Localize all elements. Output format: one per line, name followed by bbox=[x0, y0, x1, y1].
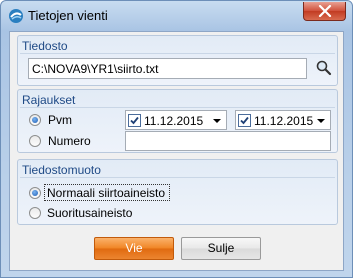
checkmark-icon bbox=[240, 116, 249, 125]
limits-group-divider bbox=[20, 107, 335, 108]
radio-numero-label: Numero bbox=[48, 134, 91, 148]
radio-payment-export[interactable] bbox=[29, 207, 41, 219]
title-bar[interactable]: Tietojen vienti bbox=[1, 1, 352, 29]
close-window-button[interactable] bbox=[303, 2, 346, 21]
date-from-value: 11.12.2015 bbox=[144, 114, 204, 128]
date-from-chevron-down-icon[interactable] bbox=[213, 119, 221, 123]
date-to-checkbox[interactable] bbox=[238, 114, 251, 127]
radio-normal-export-label: Normaali siirtoaineisto bbox=[47, 186, 166, 200]
format-group: Tiedostomuoto Normaali siirtoaineisto Su… bbox=[17, 159, 338, 225]
file-group: Tiedosto C:\NOVA9\YR1\siirto.txt bbox=[17, 35, 338, 86]
format-group-divider bbox=[20, 177, 335, 178]
close-icon bbox=[318, 5, 332, 17]
limits-group: Rajaukset Pvm 11.12.2015 11.12.2015 Nume… bbox=[17, 89, 338, 153]
window-title: Tietojen vienti bbox=[28, 8, 108, 23]
export-dialog: Tietojen vienti Tiedosto C:\NOVA9\YR1\si… bbox=[0, 0, 353, 278]
export-button[interactable]: Vie bbox=[94, 237, 174, 260]
radio-pvm-label: Pvm bbox=[48, 113, 72, 127]
radio-normal-export[interactable] bbox=[29, 187, 41, 199]
radio-pvm[interactable] bbox=[29, 114, 41, 126]
browse-file-button[interactable] bbox=[314, 58, 334, 78]
date-to-value: 11.12.2015 bbox=[254, 114, 314, 128]
date-from-checkbox[interactable] bbox=[128, 114, 141, 127]
file-group-title: Tiedosto bbox=[22, 39, 68, 53]
format-group-title: Tiedostomuoto bbox=[22, 163, 101, 177]
app-logo-icon bbox=[9, 9, 23, 23]
file-path-input[interactable]: C:\NOVA9\YR1\siirto.txt bbox=[28, 58, 307, 79]
search-icon bbox=[316, 60, 332, 76]
dialog-body: Tiedosto C:\NOVA9\YR1\siirto.txt Rajauks… bbox=[9, 31, 344, 271]
date-to-chevron-down-icon[interactable] bbox=[317, 119, 325, 123]
checkmark-icon bbox=[130, 116, 139, 125]
limits-group-title: Rajaukset bbox=[22, 93, 76, 107]
radio-payment-export-label: Suoritusaineisto bbox=[47, 206, 133, 220]
radio-numero[interactable] bbox=[29, 135, 41, 147]
number-input[interactable] bbox=[125, 131, 331, 151]
file-group-divider bbox=[20, 53, 335, 54]
date-from-picker[interactable]: 11.12.2015 bbox=[125, 110, 227, 130]
date-to-picker[interactable]: 11.12.2015 bbox=[235, 110, 331, 130]
close-button[interactable]: Sulje bbox=[181, 237, 261, 260]
